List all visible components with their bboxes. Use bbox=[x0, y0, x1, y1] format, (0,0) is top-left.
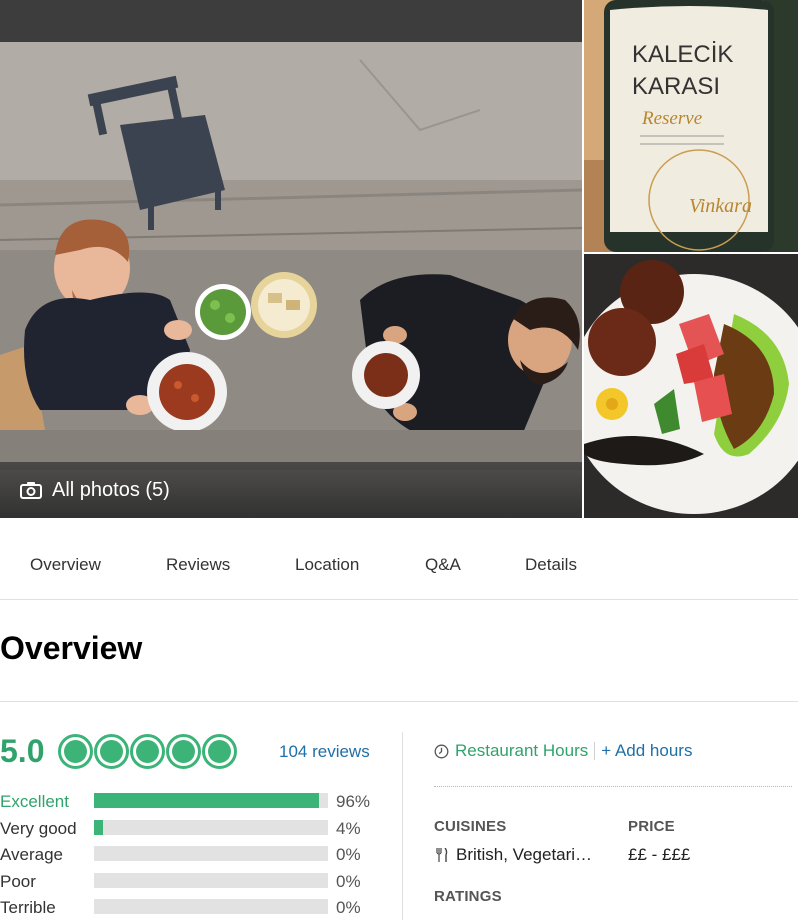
rating-row-poor[interactable]: Poor 0% bbox=[0, 868, 380, 895]
wine-photo[interactable]: KALECİK KARASI Reserve Vinkara bbox=[584, 0, 798, 252]
fork-knife-icon bbox=[436, 848, 448, 862]
rating-row-terrible[interactable]: Terrible 0% bbox=[0, 894, 380, 920]
wine-photo-image: KALECİK KARASI Reserve Vinkara bbox=[584, 0, 798, 252]
tab-details[interactable]: Details bbox=[525, 555, 577, 575]
hours-separator bbox=[594, 742, 596, 760]
svg-text:KARASI: KARASI bbox=[632, 73, 720, 100]
overview-divider bbox=[0, 701, 798, 702]
overview-title: Overview bbox=[0, 630, 143, 666]
rating-bubble-icon bbox=[202, 734, 237, 769]
rating-row-fill bbox=[94, 793, 319, 808]
reviews-count-link[interactable]: 104 reviews bbox=[279, 742, 370, 762]
rating-row-percent: 96% bbox=[336, 792, 371, 811]
rating-row-track bbox=[94, 899, 328, 914]
rating-row-label: Average bbox=[0, 845, 64, 864]
hours-row: Restaurant Hours + Add hours bbox=[434, 741, 692, 761]
rating-row-average[interactable]: Average 0% bbox=[0, 841, 380, 868]
rating-breakdown: Excellent 96% Very good 4% Average 0% Po… bbox=[0, 788, 380, 920]
add-hours-link[interactable]: + Add hours bbox=[601, 741, 692, 761]
tab-location[interactable]: Location bbox=[295, 555, 359, 575]
cuisines-caption: CUISINES bbox=[434, 818, 507, 835]
rating-row-percent: 0% bbox=[336, 845, 361, 864]
rating-row-fill bbox=[94, 819, 104, 835]
rating-row-percent: 0% bbox=[336, 898, 361, 917]
rating-score: 5.0 bbox=[0, 733, 45, 769]
rating-row-excellent[interactable]: Excellent 96% bbox=[0, 788, 380, 815]
rating-row-label: Very good bbox=[0, 818, 77, 838]
svg-text:Reserve: Reserve bbox=[641, 108, 702, 129]
rating-row-track bbox=[94, 872, 328, 888]
camera-icon bbox=[20, 482, 42, 499]
details-divider bbox=[434, 786, 792, 787]
tab-qa[interactable]: Q&A bbox=[425, 555, 461, 575]
svg-text:Vinkara: Vinkara bbox=[689, 195, 752, 217]
rating-bubble-icon bbox=[58, 734, 93, 769]
all-photos-label: All photos (5) bbox=[52, 478, 170, 501]
restaurant-hours-link[interactable]: Restaurant Hours bbox=[455, 741, 588, 761]
column-divider bbox=[402, 732, 403, 920]
rating-bubbles bbox=[58, 734, 237, 769]
ratings-caption: RATINGS bbox=[434, 888, 502, 905]
rating-row-label: Poor bbox=[0, 871, 36, 891]
price-value: ££ - £££ bbox=[628, 845, 691, 864]
rating-row-track bbox=[94, 819, 328, 835]
price-caption: PRICE bbox=[628, 818, 675, 835]
rating-row-track bbox=[94, 846, 328, 861]
dish-photo-image bbox=[584, 254, 798, 518]
rating-bubble-icon bbox=[166, 734, 201, 769]
rating-row-percent: 0% bbox=[336, 871, 361, 891]
rating-row-label: Excellent bbox=[0, 792, 69, 811]
all-photos-button[interactable]: All photos (5) bbox=[0, 462, 582, 518]
rating-bubble-icon bbox=[130, 734, 165, 769]
clock-icon bbox=[434, 744, 449, 758]
main-photo[interactable]: All photos (5) bbox=[0, 0, 582, 518]
dish-photo[interactable] bbox=[584, 254, 798, 518]
cuisines-value: British, Vegetari… bbox=[436, 845, 592, 865]
tab-reviews[interactable]: Reviews bbox=[166, 555, 230, 575]
rating-bubble-icon bbox=[94, 734, 129, 769]
rating-row-very-good[interactable]: Very good 4% bbox=[0, 815, 380, 842]
tab-bar: Overview Reviews Location Q&A Details bbox=[0, 530, 798, 600]
main-photo-image bbox=[0, 0, 582, 518]
photo-gallery: All photos (5) KALECİK KARASI Reserve Vi… bbox=[0, 0, 798, 518]
rating-row-track bbox=[94, 793, 328, 808]
cuisines-text: British, Vegetari… bbox=[456, 845, 593, 864]
rating-row-percent: 4% bbox=[336, 818, 361, 838]
tab-overview[interactable]: Overview bbox=[30, 555, 101, 575]
photo-top-overlay bbox=[0, 0, 582, 42]
rating-row-label: Terrible bbox=[0, 898, 56, 917]
svg-text:KALECİK: KALECİK bbox=[632, 41, 733, 68]
